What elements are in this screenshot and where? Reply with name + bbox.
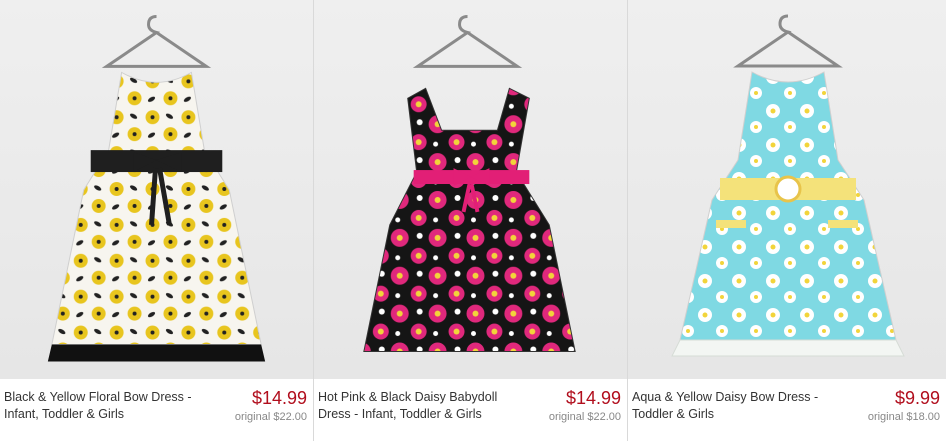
original-price: original $22.00 — [548, 411, 621, 423]
product-name[interactable]: Hot Pink & Black Daisy Babydoll Dress - … — [318, 389, 508, 423]
product-price: $14.99 — [565, 388, 621, 408]
product-price: $9.99 — [894, 388, 940, 408]
product-image[interactable] — [628, 0, 946, 379]
product-card[interactable]: Aqua & Yellow Daisy Bow Dress - Toddler … — [628, 0, 946, 441]
original-price: original $22.00 — [234, 411, 307, 423]
product-name[interactable]: Black & Yellow Floral Bow Dress - Infant… — [4, 389, 194, 423]
product-card[interactable]: Black & Yellow Floral Bow Dress - Infant… — [0, 0, 314, 441]
product-grid: Black & Yellow Floral Bow Dress - Infant… — [0, 0, 946, 441]
product-image[interactable] — [0, 0, 313, 379]
product-card[interactable]: Hot Pink & Black Daisy Babydoll Dress - … — [314, 0, 628, 441]
product-image[interactable] — [314, 0, 627, 379]
product-price: $14.99 — [251, 388, 307, 408]
original-price: original $18.00 — [867, 411, 940, 423]
product-name[interactable]: Aqua & Yellow Daisy Bow Dress - Toddler … — [632, 389, 822, 423]
